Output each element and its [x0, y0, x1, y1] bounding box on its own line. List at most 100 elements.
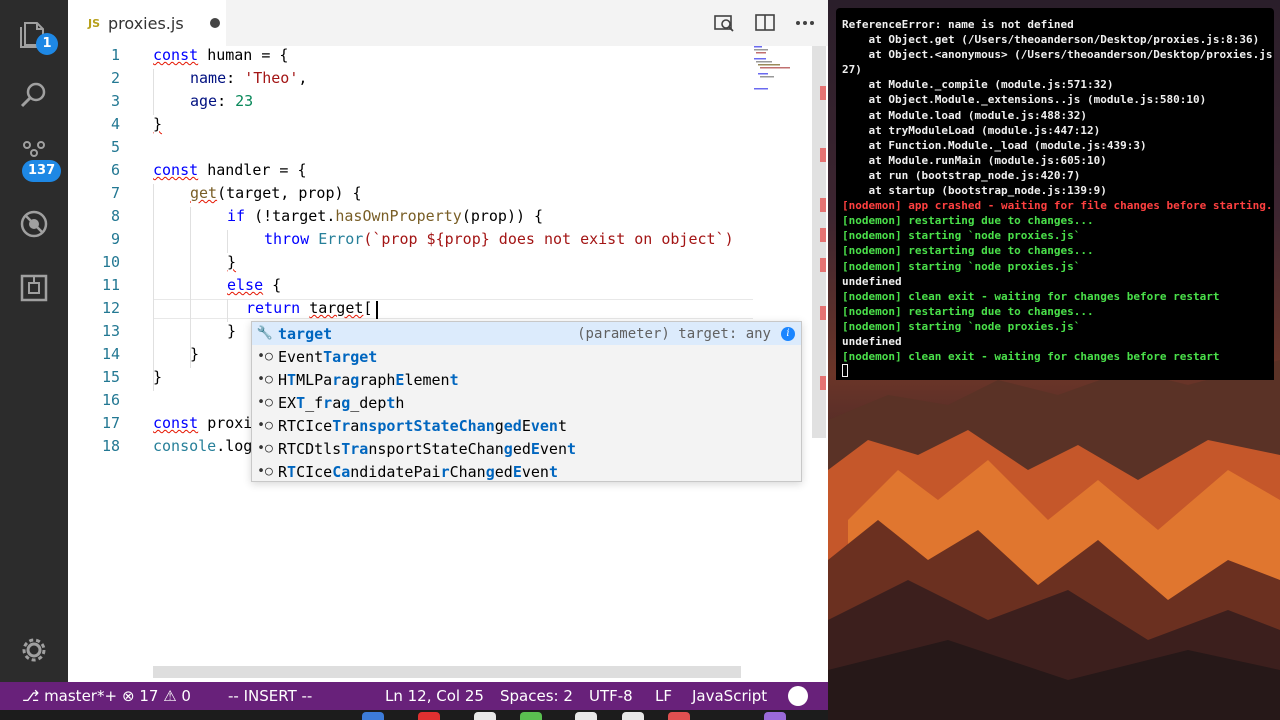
suggestion-text: t: [557, 416, 567, 435]
terminal-prompt[interactable]: [842, 364, 1274, 379]
suggestion-item[interactable]: •○ EXT_frag_depth: [252, 391, 801, 414]
split-editor-icon[interactable]: [752, 10, 778, 36]
line-number: 7: [110, 184, 120, 202]
dock-app-icon[interactable]: [575, 712, 597, 720]
code-line-14: }: [190, 343, 199, 366]
unsaved-dot-icon[interactable]: [209, 18, 220, 28]
git-branch-status[interactable]: ⎇ master*+: [22, 682, 117, 710]
error-marker[interactable]: [820, 86, 826, 100]
dock-app-icon[interactable]: [764, 712, 786, 720]
suggestion-label: target: [278, 325, 332, 343]
line-number: 6: [110, 161, 120, 179]
suggestion-item[interactable]: •○ EventTarget: [252, 345, 801, 368]
minimap[interactable]: [752, 46, 800, 106]
suggestion-match: ed: [503, 416, 522, 435]
suggestion-text: a: [350, 416, 360, 435]
feedback-smiley-icon[interactable]: [788, 686, 808, 706]
suggestion-match: r: [332, 370, 342, 389]
line-number: 8: [110, 207, 120, 225]
code-token: }: [190, 345, 200, 363]
error-marker[interactable]: [820, 148, 826, 162]
code-line-18: console.log: [153, 435, 252, 458]
macos-dock: [0, 710, 828, 720]
dock-app-icon[interactable]: [474, 712, 496, 720]
line-number: 4: [110, 115, 120, 133]
suggestion-text: _dep: [350, 393, 387, 412]
error-marker[interactable]: [820, 306, 826, 320]
autocomplete-suggest-widget[interactable]: 🔧 target (parameter) target: any i •○ Eve…: [251, 321, 802, 482]
dock-app-icon[interactable]: [622, 712, 644, 720]
terminal-line: undefined: [842, 334, 902, 348]
horizontal-scrollbar[interactable]: [153, 666, 741, 678]
dock-app-icon[interactable]: [668, 712, 690, 720]
dock-app-icon[interactable]: [362, 712, 384, 720]
error-marker[interactable]: [820, 198, 826, 212]
debug-icon[interactable]: [0, 194, 68, 254]
code-token: = {: [252, 46, 289, 64]
code-token: return: [246, 299, 301, 317]
suggestion-match: r: [440, 462, 450, 481]
suggestion-item[interactable]: •○ RTCIceTransportStateChangedEvent: [252, 414, 801, 437]
error-marker[interactable]: [820, 228, 826, 242]
code-token: (prop)) {: [461, 207, 544, 225]
terminal-line: at Object.Module._extensions..js (module…: [842, 93, 1207, 107]
line-number: 17: [101, 414, 120, 432]
terminal-line: at Object.<anonymous> (/Users/theoanders…: [842, 48, 1274, 62]
error-marker[interactable]: [820, 258, 826, 272]
problems-status[interactable]: ⊗ 17 ⚠ 0: [122, 682, 191, 710]
suggestion-detail: (parameter) target: any: [577, 325, 771, 342]
suggestion-text: lemen: [404, 370, 450, 389]
explorer-icon[interactable]: [0, 4, 68, 64]
suggestion-item[interactable]: 🔧 target (parameter) target: any i: [252, 322, 801, 345]
suggestion-text: raph: [359, 370, 396, 389]
suggestion-text: RTCIce: [278, 416, 333, 435]
line-number: 3: [110, 92, 120, 110]
code-line-7: get(target, prop) {: [190, 182, 362, 205]
code-token: }: [227, 253, 237, 271]
code-line-1: const human = {: [153, 46, 288, 67]
branch-name: master*+: [44, 687, 118, 705]
info-icon[interactable]: i: [781, 327, 795, 341]
code-token: :: [217, 92, 236, 110]
terminal-window[interactable]: ReferenceError: name is not defined at O…: [836, 8, 1274, 380]
warning-icon: ⚠: [158, 687, 182, 705]
suggestion-match: g: [485, 462, 495, 481]
file-encoding[interactable]: UTF-8: [589, 682, 633, 710]
suggestion-item[interactable]: •○ HTMLParagraphElement: [252, 368, 801, 391]
suggestion-item[interactable]: •○ RTCIceCandidatePairChangedEvent: [252, 460, 801, 483]
suggestion-text: H: [278, 370, 288, 389]
line-number: 13: [101, 322, 120, 340]
extensions-icon[interactable]: [0, 258, 68, 318]
vim-mode: -- INSERT --: [228, 687, 313, 705]
indent-guide: [153, 69, 154, 115]
tab-filename: proxies.js: [108, 13, 184, 33]
line-number: 15: [101, 368, 120, 386]
method-icon: •○: [257, 464, 273, 479]
tab-proxies-js[interactable]: JS proxies.js: [68, 0, 226, 46]
code-token: [: [363, 299, 373, 317]
code-token: Error: [318, 230, 364, 248]
suggestion-label: RTCIceTransportStateChangedEvent: [278, 417, 567, 435]
code-token: target: [309, 299, 364, 317]
end-of-line[interactable]: LF: [655, 682, 672, 710]
settings-gear-icon[interactable]: [0, 620, 68, 680]
code-token: handler: [207, 161, 271, 179]
cursor-position[interactable]: Ln 12, Col 25: [385, 682, 484, 710]
suggestion-text: MLPa: [296, 370, 333, 389]
terminal-line: at tryModuleLoad (module.js:447:12): [842, 123, 1101, 137]
terminal-line: at run (bootstrap_node.js:420:7): [842, 168, 1081, 182]
code-line-4: }: [153, 113, 162, 136]
code-line-17: const proxi: [153, 412, 252, 435]
suggestion-match: nsportStateChan: [359, 416, 495, 435]
language-mode[interactable]: JavaScript: [692, 682, 767, 710]
open-changes-icon[interactable]: [711, 10, 737, 36]
error-marker[interactable]: [820, 376, 826, 390]
warning-count: 0: [181, 687, 191, 705]
suggestion-item[interactable]: •○ RTCDtlsTransportStateChangedEvent: [252, 437, 801, 460]
more-actions-icon[interactable]: [792, 10, 818, 36]
dock-app-icon[interactable]: [418, 712, 440, 720]
dock-app-icon[interactable]: [520, 712, 542, 720]
indentation-setting[interactable]: Spaces: 2: [500, 682, 573, 710]
code-token: name: [190, 69, 227, 87]
search-icon[interactable]: [0, 66, 68, 126]
